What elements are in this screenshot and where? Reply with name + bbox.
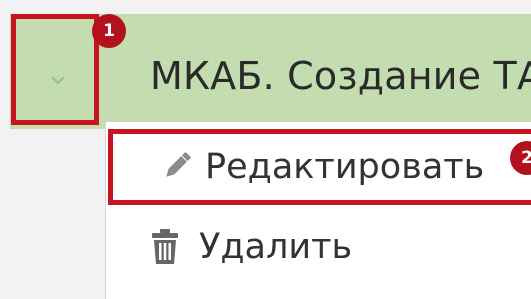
menu-item-delete-label: Удалить <box>199 227 353 267</box>
menu-item-edit[interactable]: Редактировать <box>108 129 531 205</box>
screenshot-stage: МКАБ. Создание ТА Редактировать Удалить … <box>0 0 531 299</box>
record-title: МКАБ. Создание ТА <box>150 54 531 98</box>
trash-icon <box>152 229 178 264</box>
menu-item-edit-label: Редактировать <box>205 147 485 187</box>
expand-toggle-button[interactable] <box>11 14 99 125</box>
chevron-down-icon <box>52 76 64 85</box>
step-badge-1: 1 <box>92 14 126 48</box>
record-actions-menu: Редактировать Удалить <box>105 122 531 299</box>
pencil-icon <box>166 152 191 177</box>
menu-item-delete[interactable]: Удалить <box>106 212 531 288</box>
